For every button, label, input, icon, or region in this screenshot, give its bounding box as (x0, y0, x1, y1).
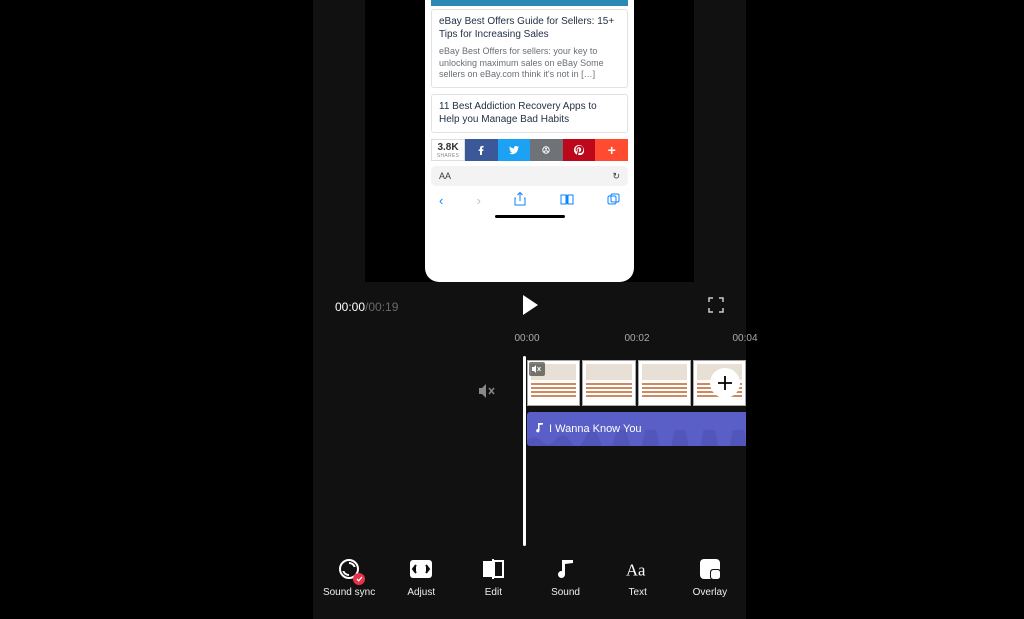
sound-icon (554, 557, 578, 581)
sound-sync-button[interactable]: Sound sync (319, 557, 379, 598)
article-title: eBay Best Offers Guide for Sellers: 15+ … (439, 16, 620, 41)
timeline-ruler[interactable]: 00:00 00:02 00:04 (523, 333, 746, 347)
tool-label: Adjust (407, 587, 435, 598)
tool-label: Sound (551, 587, 580, 598)
article-card-1: eBay Best Offers Guide for Sellers: 15+ … (431, 9, 628, 88)
time-display: 00:00/00:19 (335, 300, 398, 314)
phone-mock: eBay Best Offers Guide for Sellers: 15+ … (425, 0, 634, 282)
video-preview[interactable]: eBay Best Offers Guide for Sellers: 15+ … (365, 0, 694, 282)
clip-thumbnail[interactable] (582, 360, 635, 406)
clip-thumbnail[interactable] (638, 360, 691, 406)
share-generic-icon (530, 139, 563, 161)
header-stripe (431, 0, 628, 6)
tool-label: Edit (485, 587, 502, 598)
article-card-2: 11 Best Addiction Recovery Apps to Help … (431, 94, 628, 133)
article-excerpt: eBay Best Offers for sellers: your key t… (439, 46, 620, 81)
tabs-icon (607, 193, 620, 208)
audio-clip-label: I Wanna Know You (549, 423, 642, 435)
check-badge-icon (353, 573, 365, 585)
tool-label: Overlay (693, 587, 727, 598)
article-title: 11 Best Addiction Recovery Apps to Help … (439, 101, 620, 126)
edit-button[interactable]: Edit (463, 557, 523, 598)
svg-text:Aa: Aa (626, 560, 646, 579)
share-icon (514, 192, 526, 209)
home-indicator (495, 215, 565, 218)
track-mute-button[interactable] (479, 384, 497, 401)
fullscreen-button[interactable] (708, 297, 724, 318)
transport-bar: 00:00/00:19 (313, 292, 746, 322)
share-bar: 3.8K SHARES + (431, 139, 628, 161)
overlay-button[interactable]: Overlay (680, 557, 740, 598)
adjust-icon (409, 557, 433, 581)
ruler-tick: 00:00 (514, 333, 539, 344)
tool-label: Sound sync (323, 587, 375, 598)
safari-url-bar: AA ↻ (431, 166, 628, 186)
audio-track[interactable]: I Wanna Know You (527, 412, 746, 446)
sound-button[interactable]: Sound (536, 557, 596, 598)
current-time: 00:00 (335, 300, 365, 314)
more-share-icon: + (595, 139, 628, 161)
facebook-icon (465, 139, 498, 161)
bottom-toolbar: Sound sync Adjust Edit Sound Aa Text (313, 545, 746, 609)
playhead[interactable] (523, 356, 526, 546)
duration: 00:19 (368, 300, 398, 314)
add-clip-button[interactable] (710, 368, 740, 398)
overlay-icon (698, 557, 722, 581)
text-size-icon: AA (439, 171, 451, 181)
ruler-tick: 00:02 (624, 333, 649, 344)
safari-toolbar: ‹ › (425, 186, 634, 213)
forward-icon: › (477, 193, 481, 208)
adjust-button[interactable]: Adjust (391, 557, 451, 598)
refresh-icon: ↻ (612, 171, 620, 182)
clip-muted-icon (529, 362, 545, 376)
sound-sync-icon (337, 557, 361, 581)
tool-label: Text (629, 587, 647, 598)
pinterest-icon (563, 139, 596, 161)
ruler-tick: 00:04 (732, 333, 757, 344)
text-icon: Aa (626, 557, 650, 581)
text-button[interactable]: Aa Text (608, 557, 668, 598)
editor-stage: eBay Best Offers Guide for Sellers: 15+ … (313, 0, 746, 619)
share-count: 3.8K SHARES (431, 139, 465, 161)
back-icon: ‹ (439, 193, 443, 208)
twitter-icon (498, 139, 531, 161)
edit-icon (481, 557, 505, 581)
play-button[interactable] (521, 295, 539, 320)
bookmarks-icon (560, 193, 574, 208)
